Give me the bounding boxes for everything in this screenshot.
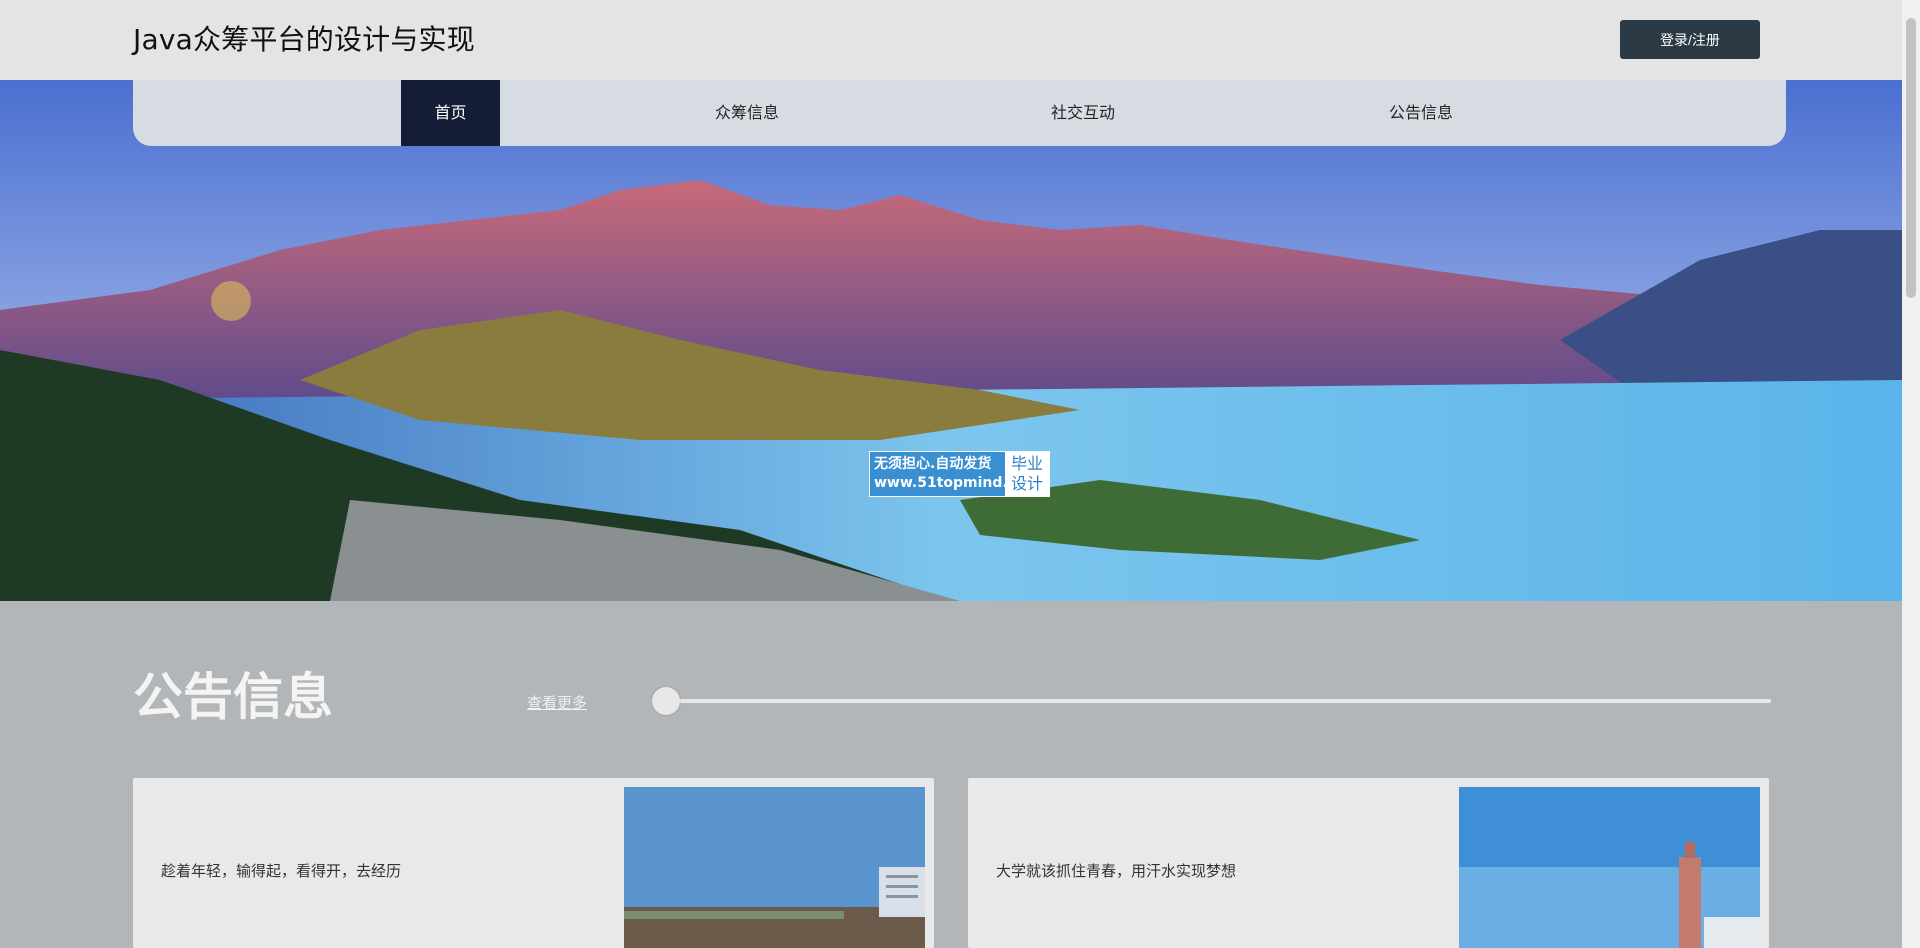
section-title-notice: 公告信息	[133, 668, 333, 726]
notice-card-image	[1459, 787, 1760, 948]
watermark-tag: 毕业 设计	[1005, 452, 1049, 496]
notice-card[interactable]: 趁着年轻，输得起，看得开，去经历	[133, 778, 934, 948]
nav-item-home[interactable]: 首页	[401, 80, 500, 146]
site-title: Java众筹平台的设计与实现	[133, 23, 475, 56]
notice-card-text: 趁着年轻，输得起，看得开，去经历	[161, 862, 402, 880]
notice-card-image	[624, 787, 925, 948]
mouse-cursor-highlight	[211, 281, 251, 321]
nav-item-crowdfunding[interactable]: 众筹信息	[687, 80, 807, 146]
watermark-badge: 无须担心.自动发货 www.51topmind.com 毕业 设计	[869, 451, 1050, 497]
stadium-photo	[624, 787, 925, 948]
main-nav: 首页 众筹信息 社交互动 公告信息	[133, 80, 1786, 146]
view-more-link[interactable]: 查看更多	[527, 692, 587, 713]
hero-banner	[0, 80, 1902, 601]
watermark-tag-line2: 设计	[1010, 474, 1043, 493]
hero-landscape-image	[0, 80, 1902, 601]
campus-tower-photo	[1459, 787, 1760, 948]
notice-card-text: 大学就该抓住青春，用汗水实现梦想	[996, 862, 1237, 880]
carousel-slider-thumb[interactable]	[652, 687, 680, 715]
carousel-slider-track[interactable]	[666, 699, 1771, 703]
notice-card[interactable]: 大学就该抓住青春，用汗水实现梦想	[968, 778, 1769, 948]
login-register-button[interactable]: 登录/注册	[1620, 20, 1760, 59]
top-header: Java众筹平台的设计与实现 登录/注册	[0, 0, 1902, 80]
watermark-tag-line1: 毕业	[1010, 454, 1043, 473]
nav-item-notice[interactable]: 公告信息	[1361, 80, 1481, 146]
nav-item-social[interactable]: 社交互动	[1023, 80, 1143, 146]
page-scrollbar-thumb[interactable]	[1906, 18, 1916, 298]
